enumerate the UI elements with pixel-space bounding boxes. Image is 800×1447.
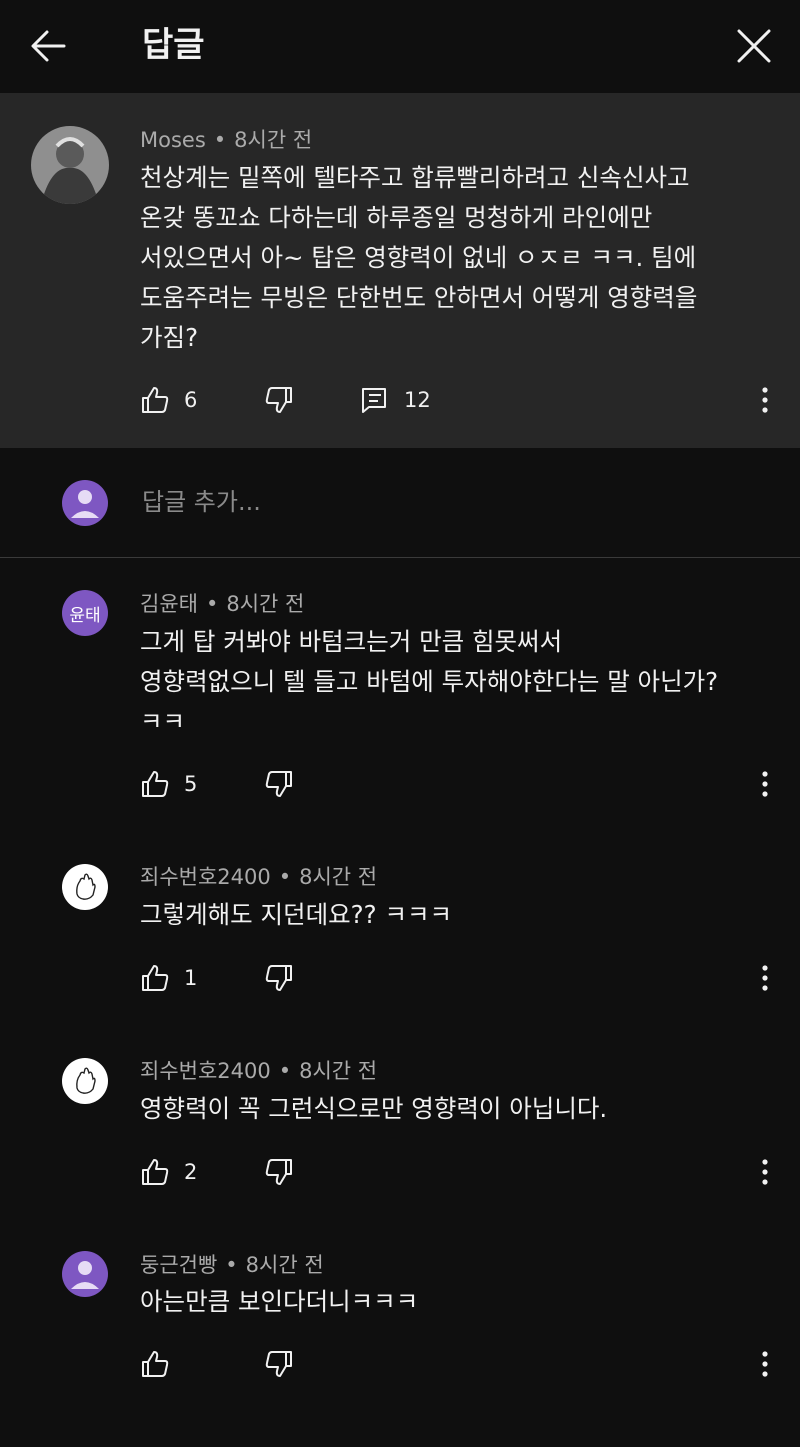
reply-button[interactable]: 12 (360, 380, 431, 420)
thumbs-down-icon (265, 1351, 292, 1377)
comment-meta: 둥근건빵 • 8시간 전 (140, 1253, 324, 1277)
comment-text: 아는만큼 보인다더니ㅋㅋㅋ (140, 1287, 419, 1316)
like-count: 6 (184, 388, 198, 412)
like-button[interactable]: 6 (140, 380, 197, 420)
top-bar: 답글 (0, 0, 800, 93)
timestamp: 8시간 전 (226, 592, 305, 616)
author-name[interactable]: 김윤태 (140, 592, 198, 616)
avatar[interactable] (62, 1058, 108, 1104)
back-button[interactable] (28, 24, 68, 68)
author-name[interactable]: 죄수번호2400 (140, 865, 271, 889)
add-reply-input[interactable]: 답글 추가... (142, 486, 261, 518)
dislike-button[interactable] (264, 1344, 294, 1384)
reply-item: 죄수번호2400 • 8시간 전 그렇게해도 지던데요?? ㅋㅋㅋ 1 (0, 832, 800, 1022)
comment-actions (140, 1344, 780, 1384)
more-vert-icon (762, 387, 768, 413)
comment-actions: 2 (140, 1152, 780, 1192)
comment-text: 그렇게해도 지던데요?? ㅋㅋㅋ (140, 900, 453, 929)
like-button[interactable]: 2 (140, 1152, 197, 1192)
add-reply-row: 답글 추가... (0, 448, 800, 558)
comment-actions: 5 (140, 764, 780, 804)
comment-meta: 죄수번호2400 • 8시간 전 (140, 1059, 378, 1083)
comment-meta: Moses • 8시간 전 (140, 128, 313, 152)
more-options-button[interactable] (750, 380, 780, 420)
more-options-button[interactable] (750, 764, 780, 804)
thumbs-up-icon (142, 1159, 169, 1185)
like-count: 2 (184, 1160, 198, 1184)
parent-comment: Moses • 8시간 전 천상계는 밑쪽에 텔타주고 합류빨리하려고 신속신사고 … (0, 93, 800, 448)
dislike-button[interactable] (264, 1152, 294, 1192)
comment-text: 그게 탑 커봐야 바텀크는거 만큼 힘못써서 영향력없으니 텔 들고 바텀에 투… (140, 627, 719, 736)
like-button[interactable] (140, 1344, 184, 1384)
comment-icon (362, 388, 386, 413)
more-options-button[interactable] (750, 1344, 780, 1384)
dislike-button[interactable] (264, 764, 294, 804)
more-vert-icon (762, 771, 768, 797)
more-vert-icon (762, 1159, 768, 1185)
like-button[interactable]: 5 (140, 764, 197, 804)
comment-meta: 김윤태 • 8시간 전 (140, 592, 305, 616)
thumbs-up-icon (142, 771, 169, 797)
like-count: 5 (184, 772, 198, 796)
avatar[interactable] (62, 864, 108, 910)
close-icon (737, 29, 771, 63)
reply-item: 둥근건빵 • 8시간 전 아는만큼 보인다더니ㅋㅋㅋ (0, 1220, 800, 1420)
more-vert-icon (762, 1351, 768, 1377)
timestamp: 8시간 전 (299, 1059, 378, 1083)
thumbs-down-icon (265, 387, 292, 413)
reply-item: 윤태 김윤태 • 8시간 전 그게 탑 커봐야 바텀크는거 만큼 힘못써서 영향력없… (0, 558, 800, 808)
arrow-left-icon (31, 30, 66, 62)
avatar[interactable] (62, 1251, 108, 1297)
thumbs-down-icon (265, 965, 292, 991)
reply-item: 죄수번호2400 • 8시간 전 영향력이 꼭 그런식으로만 영향력이 아닙니다. … (0, 1026, 800, 1216)
timestamp: 8시간 전 (234, 128, 313, 152)
thumbs-up-icon (142, 965, 169, 991)
timestamp: 8시간 전 (299, 865, 378, 889)
comment-actions: 6 12 (140, 380, 780, 420)
more-vert-icon (762, 965, 768, 991)
more-options-button[interactable] (750, 958, 780, 998)
dislike-button[interactable] (264, 380, 294, 420)
like-count: 1 (184, 966, 198, 990)
avatar[interactable]: 윤태 (62, 590, 108, 636)
timestamp: 8시간 전 (245, 1253, 324, 1277)
reply-count: 12 (404, 388, 431, 412)
comment-text: 천상계는 밑쪽에 텔타주고 합류빨리하려고 신속신사고 온갖 똥꼬쇼 다하는데 … (140, 163, 698, 352)
user-avatar (62, 480, 108, 526)
thumbs-down-icon (265, 1159, 292, 1185)
close-button[interactable] (732, 24, 776, 68)
author-name[interactable]: Moses (140, 128, 206, 152)
comment-actions: 1 (140, 958, 780, 998)
thumbs-down-icon (265, 771, 292, 797)
comment-meta: 죄수번호2400 • 8시간 전 (140, 865, 378, 889)
author-name[interactable]: 죄수번호2400 (140, 1059, 271, 1083)
page-title: 답글 (142, 25, 205, 65)
thumbs-up-icon (142, 1351, 169, 1377)
comment-text: 영향력이 꼭 그런식으로만 영향력이 아닙니다. (140, 1094, 608, 1123)
avatar[interactable] (31, 126, 109, 204)
author-name[interactable]: 둥근건빵 (140, 1253, 217, 1277)
more-options-button[interactable] (750, 1152, 780, 1192)
dislike-button[interactable] (264, 958, 294, 998)
thumbs-up-icon (142, 387, 169, 413)
like-button[interactable]: 1 (140, 958, 197, 998)
